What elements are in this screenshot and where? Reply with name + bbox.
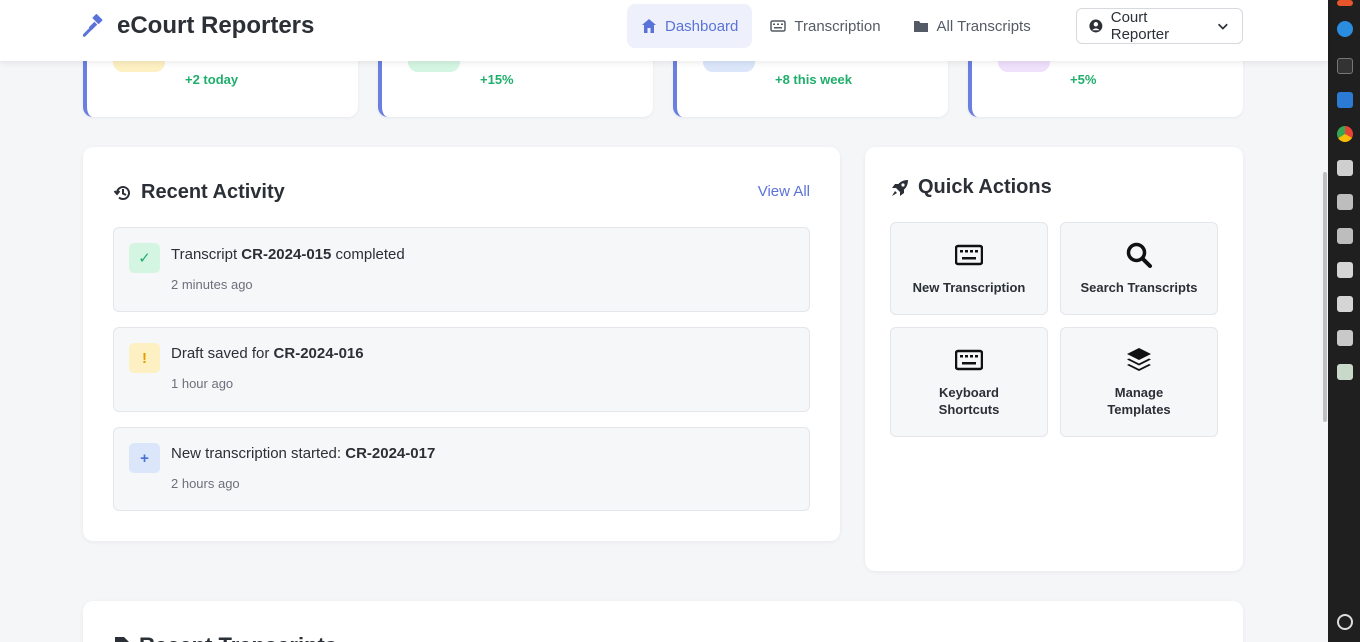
recent-transcripts-panel: Recent Transcripts <box>83 601 1243 642</box>
drive-icon[interactable] <box>1337 262 1353 278</box>
manage-templates-button[interactable]: Manage Templates <box>1060 327 1218 437</box>
activity-item[interactable]: ✓ Transcript CR-2024-015 completed 2 min… <box>113 227 810 312</box>
search-icon <box>1126 242 1152 268</box>
vscode-icon[interactable] <box>1337 92 1353 108</box>
search-transcripts-button[interactable]: Search Transcripts <box>1060 222 1218 315</box>
activity-id: CR-2024-015 <box>241 246 332 263</box>
apps-grid-icon[interactable] <box>1337 614 1353 630</box>
brand[interactable]: eCourt Reporters <box>83 12 314 40</box>
page-scrollbar[interactable] <box>1323 172 1327 422</box>
keyboard-shortcuts-button[interactable]: Keyboard Shortcuts <box>890 327 1048 437</box>
quick-actions-panel: Quick Actions New Transcription Search T… <box>865 147 1243 571</box>
activity-title: New transcription started: CR-2024-017 <box>171 445 435 462</box>
stat-change: +2 today <box>185 72 239 87</box>
recent-transcripts-title: Recent Transcripts <box>139 633 337 642</box>
check-icon: ✓ <box>129 243 160 273</box>
drive-icon[interactable] <box>1337 160 1353 176</box>
new-transcription-label: New Transcription <box>912 280 1026 295</box>
view-all-link[interactable]: View All <box>758 183 810 200</box>
user-circle-icon <box>1089 19 1103 33</box>
activity-text-suffix: completed <box>331 246 405 263</box>
layers-icon <box>1127 348 1151 371</box>
recent-activity-heading: Recent Activity <box>113 181 285 204</box>
nav-dashboard[interactable]: Dashboard <box>627 4 753 48</box>
activity-item[interactable]: ! Draft saved for CR-2024-016 1 hour ago <box>113 327 810 412</box>
manage-templates-label: Manage Templates <box>1107 385 1171 417</box>
activity-item[interactable]: + New transcription started: CR-2024-017… <box>113 427 810 511</box>
quick-actions-title: Quick Actions <box>918 176 1052 198</box>
disk-icon[interactable] <box>1337 194 1353 210</box>
nav-all-transcripts-label: All Transcripts <box>936 17 1031 35</box>
folder-icon <box>913 21 928 32</box>
activity-title: Transcript CR-2024-015 completed <box>171 246 405 263</box>
camera-icon[interactable] <box>1337 330 1353 346</box>
stat-change: +15% <box>480 72 514 87</box>
stat-change: +8 this week <box>775 72 852 87</box>
plus-icon: + <box>129 443 160 473</box>
app-title: eCourt Reporters <box>117 12 315 39</box>
activity-title: Draft saved for CR-2024-016 <box>171 345 364 362</box>
trash-icon[interactable] <box>1337 364 1353 380</box>
activity-id: CR-2024-016 <box>273 345 364 362</box>
new-transcription-button[interactable]: New Transcription <box>890 222 1048 315</box>
main-nav: Dashboard Transcription All Transcripts <box>627 4 1045 48</box>
warning-icon: ! <box>129 343 160 373</box>
app-icon[interactable] <box>1337 0 1353 6</box>
os-dock <box>1328 0 1360 642</box>
user-menu-label: Court Reporter <box>1110 9 1170 43</box>
gavel-icon <box>83 14 103 37</box>
stat-change: +5% <box>1070 72 1097 87</box>
nav-all-transcripts[interactable]: All Transcripts <box>899 4 1045 48</box>
home-icon <box>642 19 656 33</box>
terminal-icon[interactable] <box>1337 58 1353 74</box>
activity-time: 2 minutes ago <box>171 277 253 292</box>
search-transcripts-label: Search Transcripts <box>1080 280 1198 295</box>
recent-activity-title: Recent Activity <box>141 181 285 203</box>
help-icon[interactable] <box>1337 21 1353 37</box>
file-icon <box>115 637 129 642</box>
activity-text: Draft saved for <box>171 345 274 362</box>
activity-time: 1 hour ago <box>171 376 234 391</box>
disk-icon[interactable] <box>1337 228 1353 244</box>
keyboard-icon <box>770 20 787 32</box>
rocket-icon <box>892 179 908 196</box>
keyboard-icon <box>955 349 983 371</box>
user-menu-button[interactable]: Court Reporter <box>1076 8 1243 44</box>
recent-activity-panel: Recent Activity View All ✓ Transcript CR… <box>83 147 840 541</box>
activity-text: New transcription started: <box>171 445 346 462</box>
keyboard-icon <box>955 244 983 266</box>
activity-text: Transcript <box>171 246 242 263</box>
activity-id: CR-2024-017 <box>345 445 436 462</box>
keyboard-shortcuts-label: Keyboard Shortcuts <box>938 385 1000 417</box>
quick-actions-heading: Quick Actions <box>890 176 1052 199</box>
chrome-icon[interactable] <box>1337 126 1353 142</box>
nav-dashboard-label: Dashboard <box>665 17 739 35</box>
recent-transcripts-heading: Recent Transcripts <box>113 633 337 642</box>
nav-transcription[interactable]: Transcription <box>756 4 894 48</box>
activity-time: 2 hours ago <box>171 476 240 491</box>
history-icon <box>113 185 130 200</box>
drive-icon[interactable] <box>1337 296 1353 312</box>
top-navbar: eCourt Reporters Dashboard Transcription… <box>0 0 1328 61</box>
nav-transcription-label: Transcription <box>794 17 881 35</box>
chevron-down-icon <box>1218 23 1229 30</box>
